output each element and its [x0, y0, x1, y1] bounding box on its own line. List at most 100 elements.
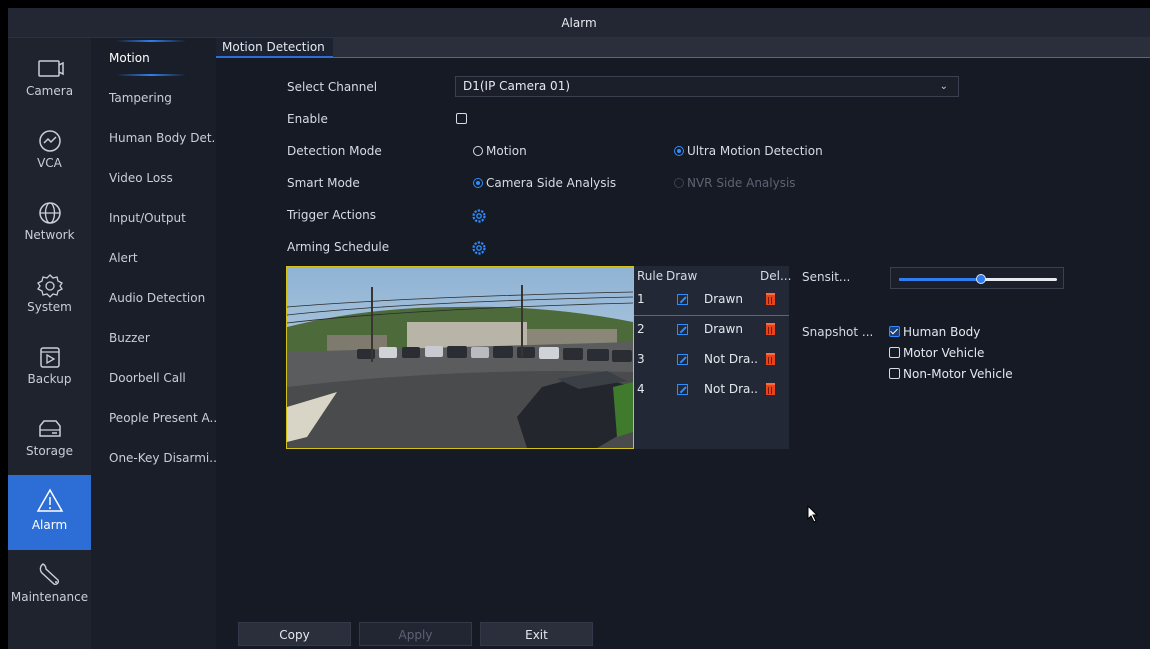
radio-icon	[473, 146, 483, 156]
submenu-item-audio-detection[interactable]: Audio Detection	[91, 278, 216, 318]
detection-mode-motion-option[interactable]: Motion	[473, 144, 527, 158]
submenu-item-alert[interactable]: Alert	[91, 238, 216, 278]
chevron-down-icon: ⌄	[939, 81, 948, 92]
window-title: Alarm	[8, 8, 1150, 38]
alarm-window: Alarm Camera VCA Network System Backup S…	[8, 8, 1150, 649]
nav-label-vca: VCA	[37, 156, 62, 170]
network-icon	[38, 202, 61, 224]
submenu-item-one-key-disarming[interactable]: One-Key Disarmi..	[91, 438, 216, 478]
snapshot-motor-vehicle-option[interactable]: Motor Vehicle	[889, 346, 984, 360]
channel-select-value: D1(IP Camera 01)	[463, 79, 571, 93]
draw-icon[interactable]	[677, 354, 688, 365]
smart-mode-label: Smart Mode	[287, 176, 360, 190]
nav-item-system[interactable]: System	[8, 264, 91, 336]
enable-label: Enable	[287, 112, 328, 126]
snapshot-label: Snapshot ...	[802, 325, 874, 339]
camera-preview[interactable]	[286, 266, 634, 449]
nav-label-system: System	[27, 300, 72, 314]
nav-item-backup[interactable]: Backup	[8, 336, 91, 408]
radio-disabled-icon	[674, 178, 684, 188]
nav-item-maintenance[interactable]: Maintenance	[8, 550, 91, 630]
nav-label-storage: Storage	[26, 444, 73, 458]
submenu-item-buzzer[interactable]: Buzzer	[91, 318, 216, 358]
table-row[interactable]: 3 Not Dra..	[634, 346, 789, 376]
nav-item-storage[interactable]: Storage	[8, 408, 91, 480]
exit-button[interactable]: Exit	[480, 622, 593, 646]
sensitivity-thumb[interactable]	[976, 274, 987, 284]
rule-status: Drawn	[704, 292, 743, 306]
table-row[interactable]: 4 Not Dra..	[634, 376, 789, 406]
select-channel-label: Select Channel	[287, 80, 378, 94]
nav-item-camera[interactable]: Camera	[8, 48, 91, 120]
radio-selected-icon	[473, 178, 483, 188]
enable-checkbox[interactable]	[456, 113, 467, 124]
arming-schedule-settings-icon[interactable]	[472, 241, 486, 255]
main-content: Motion Detection Select Channel D1(IP Ca…	[216, 38, 1150, 649]
alarm-icon	[36, 488, 63, 512]
rule-number: 2	[637, 322, 645, 336]
mouse-cursor-icon	[807, 505, 819, 523]
nav-item-vca[interactable]: VCA	[8, 120, 91, 192]
storage-icon	[38, 420, 61, 437]
channel-select[interactable]: D1(IP Camera 01) ⌄	[455, 76, 959, 97]
rule-status: Not Dra..	[704, 382, 758, 396]
trash-icon[interactable]	[766, 383, 775, 395]
submenu-item-video-loss[interactable]: Video Loss	[91, 158, 216, 198]
snapshot-human-body-label: Human Body	[903, 325, 981, 339]
nav-item-network[interactable]: Network	[8, 192, 91, 264]
submenu-item-doorbell-call[interactable]: Doorbell Call	[91, 358, 216, 398]
trash-icon[interactable]	[766, 353, 775, 365]
smart-mode-camera-label: Camera Side Analysis	[486, 176, 617, 190]
nav-item-alarm[interactable]: Alarm	[8, 475, 91, 550]
table-row[interactable]: 1 Drawn	[634, 286, 789, 316]
submenu-item-tampering[interactable]: Tampering	[91, 78, 216, 118]
submenu-item-motion[interactable]: Motion	[91, 38, 216, 78]
table-row[interactable]: 2 Drawn	[634, 316, 789, 346]
nav-label-network: Network	[24, 228, 75, 242]
sensitivity-slider[interactable]	[890, 267, 1064, 289]
copy-button[interactable]: Copy	[238, 622, 351, 646]
camera-scene-image	[287, 267, 633, 448]
nav-label-maintenance: Maintenance	[10, 590, 89, 604]
checkbox-icon	[889, 368, 900, 379]
detection-mode-motion-label: Motion	[486, 144, 527, 158]
tab-motion-detection[interactable]: Motion Detection	[216, 38, 333, 58]
delete-header: Del...	[760, 269, 792, 283]
nav-label-alarm: Alarm	[31, 518, 68, 532]
sensitivity-label: Sensit...	[802, 270, 851, 284]
draw-icon[interactable]	[677, 384, 688, 395]
sensitivity-fill	[899, 278, 982, 281]
nav-label-camera: Camera	[25, 84, 74, 98]
rule-number: 4	[637, 382, 645, 396]
detection-mode-label: Detection Mode	[287, 144, 382, 158]
draw-icon[interactable]	[677, 294, 688, 305]
submenu-item-input-output[interactable]: Input/Output	[91, 198, 216, 238]
snapshot-non-motor-vehicle-option[interactable]: Non-Motor Vehicle	[889, 367, 1013, 381]
arming-schedule-label: Arming Schedule	[287, 240, 390, 254]
backup-icon	[39, 347, 60, 368]
apply-button[interactable]: Apply	[359, 622, 472, 646]
detection-mode-ultra-label: Ultra Motion Detection	[687, 144, 823, 158]
rule-number: 1	[637, 292, 645, 306]
snapshot-non-motor-vehicle-label: Non-Motor Vehicle	[903, 367, 1013, 381]
smart-mode-camera-option[interactable]: Camera Side Analysis	[473, 176, 616, 190]
snapshot-human-body-option[interactable]: Human Body	[889, 325, 980, 339]
wrench-icon	[39, 563, 59, 585]
main-nav: Camera VCA Network System Backup Storage…	[8, 38, 91, 649]
tab-strip: Motion Detection	[216, 38, 1150, 58]
gear-icon	[36, 274, 63, 298]
trigger-actions-settings-icon[interactable]	[472, 209, 486, 223]
snapshot-motor-vehicle-label: Motor Vehicle	[903, 346, 985, 360]
trash-icon[interactable]	[766, 293, 775, 305]
smart-mode-nvr-option: NVR Side Analysis	[674, 176, 796, 190]
submenu-item-people-present[interactable]: People Present A...	[91, 398, 216, 438]
submenu-item-human-body-detection[interactable]: Human Body Det...	[91, 118, 216, 158]
detection-mode-ultra-option[interactable]: Ultra Motion Detection	[674, 144, 823, 158]
rule-header: Rule	[637, 269, 664, 283]
checkbox-icon	[889, 347, 900, 358]
vca-icon	[38, 130, 61, 152]
nav-label-backup: Backup	[27, 372, 72, 386]
trash-icon[interactable]	[766, 323, 775, 335]
draw-icon[interactable]	[677, 324, 688, 335]
rule-status: Not Dra..	[704, 352, 758, 366]
